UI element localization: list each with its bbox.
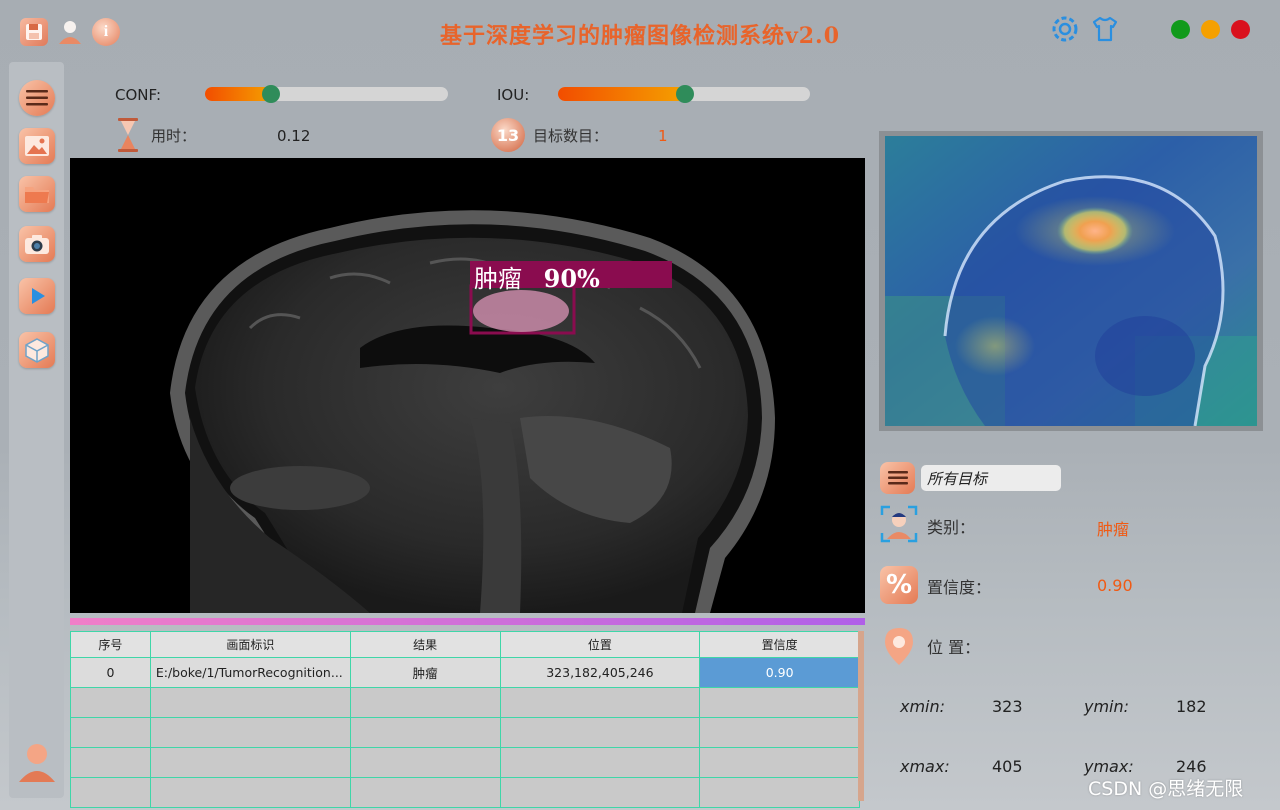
col-header-index[interactable]: 序号 [70,631,151,658]
watermark: CSDN @思绪无限 [1088,778,1244,800]
video-icon[interactable] [19,278,55,314]
time-label: 用时： [151,127,197,145]
xmax-value: 405 [992,757,1023,776]
iou-slider[interactable] [558,85,810,103]
minimize-button[interactable] [1171,20,1190,39]
class-value: 肿瘤 [1097,520,1130,539]
table-row[interactable] [70,747,860,778]
table-cell[interactable]: 0.90 [699,657,860,688]
table-row[interactable] [70,717,860,748]
conf-slider[interactable] [205,85,448,103]
col-header-confidence[interactable]: 置信度 [699,631,860,658]
image-icon[interactable] [19,128,55,164]
col-header-result[interactable]: 结果 [349,631,501,658]
table-cell[interactable]: 0 [70,657,151,688]
table-row[interactable] [70,777,860,808]
ymin-label: ymin: [1084,697,1130,716]
heatmap-image [885,136,1257,426]
xmin-value: 323 [992,697,1023,716]
ymin-value: 182 [1176,697,1207,716]
table-row[interactable]: 0 E:/boke/1/TumorRecognition... 肿瘤 323,1… [70,657,860,688]
count-label: 目标数目： [533,127,609,145]
confidence-value: 0.90 [1097,576,1133,595]
xmin-label: xmin: [900,697,946,716]
close-button[interactable] [1231,20,1250,39]
settings-icon[interactable] [1049,13,1081,45]
iou-label: IOU: [497,86,530,104]
menu-icon[interactable] [19,80,55,116]
table-cell[interactable]: 323,182,405,246 [499,657,701,688]
time-value: 0.12 [277,127,311,145]
detection-class: 肿瘤 [474,265,522,293]
col-header-source[interactable]: 画面标识 [149,631,351,658]
heatmap-frame [879,131,1263,431]
camera-icon[interactable] [19,226,55,262]
app-title: 基于深度学习的肿瘤图像检测系统v2.0 [439,23,841,49]
shirt-icon[interactable] [1090,14,1120,44]
iou-slider-handle[interactable] [676,85,694,103]
class-icon [880,505,918,543]
maximize-button[interactable] [1201,20,1220,39]
results-table[interactable]: 序号 画面标识 结果 位置 置信度 0 E:/boke/1/TumorRecog… [70,631,860,808]
table-cell[interactable]: E:/boke/1/TumorRecognition... [149,657,351,688]
hourglass-icon [115,117,141,153]
detection-box-label: 肿瘤 90% [474,259,600,294]
folder-icon[interactable] [19,176,55,212]
detection-image: 肿瘤 90% [70,158,865,613]
user-avatar-icon[interactable] [15,740,59,784]
conf-slider-handle[interactable] [262,85,280,103]
divider-bar [70,618,865,625]
counter-icon: 13 [491,118,525,152]
position-label: 位 置： [927,638,981,657]
xmax-label: xmax: [900,757,950,776]
conf-label: CONF: [115,86,162,104]
table-row[interactable] [70,687,860,718]
col-header-position[interactable]: 位置 [499,631,701,658]
model-icon[interactable] [19,332,55,368]
menu-icon[interactable] [880,462,915,494]
location-pin-icon [880,627,918,665]
table-cell[interactable]: 肿瘤 [349,657,501,688]
table-scrollbar[interactable] [858,631,864,801]
target-select[interactable]: 所有目标 [921,465,1061,491]
percent-icon: % [880,566,918,604]
confidence-label: 置信度： [927,578,992,597]
count-value: 1 [658,127,668,145]
detection-conf: 90% [543,264,600,293]
class-label: 类别： [927,518,976,537]
side-nav [9,62,64,798]
